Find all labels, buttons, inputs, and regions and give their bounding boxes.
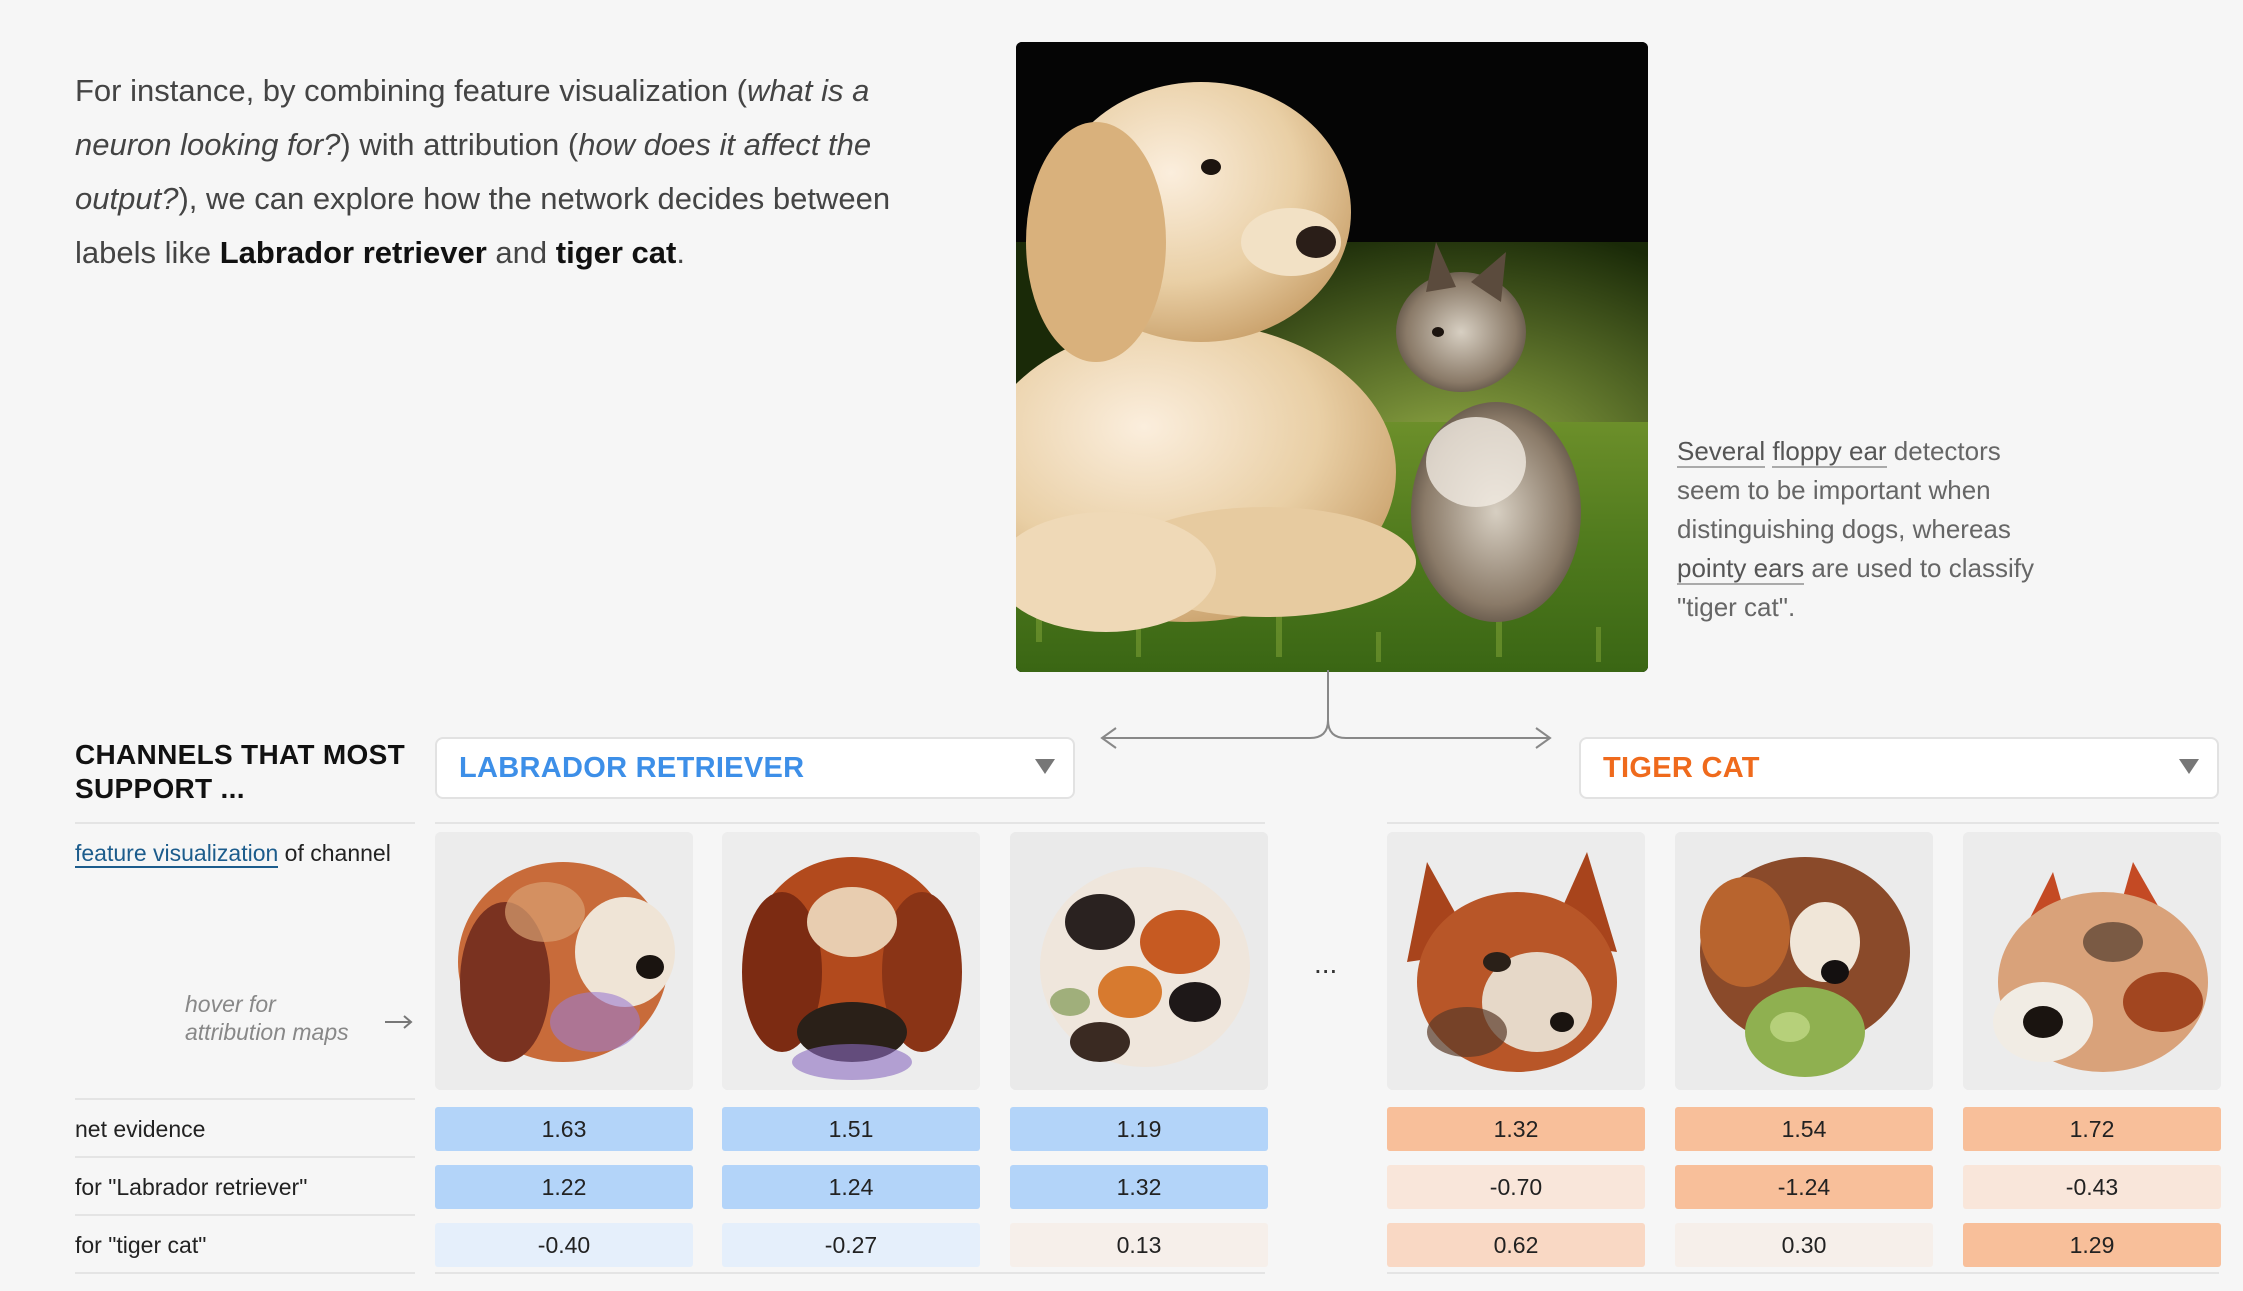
pointy-ear-cat-feature-image	[1675, 832, 1933, 1090]
intro-text-5: .	[676, 235, 685, 270]
channel-visualization-tile[interactable]	[1675, 832, 1933, 1090]
note-link-several[interactable]: Several	[1677, 436, 1766, 468]
labrador-evidence-value: -1.24	[1675, 1165, 1933, 1209]
pointy-ear-cat-feature-image	[1387, 832, 1645, 1090]
labrador-evidence-value: 1.24	[722, 1165, 980, 1209]
side-note: Several floppy ear detectors seem to be …	[1677, 432, 2037, 627]
labrador-dropdown-label: LABRADOR RETRIEVER	[459, 751, 805, 784]
channel-visualization-tile[interactable]	[435, 832, 693, 1090]
hover-hint: hover for attribution maps	[185, 990, 349, 1046]
channel-visualization-tile[interactable]	[1010, 832, 1268, 1090]
tiger-cat-class-dropdown[interactable]: TIGER CAT	[1579, 737, 2219, 799]
labrador-evidence-value: -0.70	[1387, 1165, 1645, 1209]
intro-text-1: For instance, by combining feature visua…	[75, 73, 747, 108]
divider	[75, 1214, 415, 1216]
intro-text-4: and	[486, 235, 556, 270]
tiger-cat-evidence-value: 0.62	[1387, 1223, 1645, 1267]
arrow-right-icon	[385, 1015, 413, 1029]
floppy-ear-dog-feature-image	[435, 832, 693, 1090]
note-link-pointy-ears[interactable]: pointy ears	[1677, 553, 1805, 585]
net-evidence-value: 1.72	[1963, 1107, 2221, 1151]
intro-label-labrador: Labrador retriever	[219, 235, 487, 270]
intro-text-2: ) with attribution (	[340, 127, 579, 162]
feature-visualization-link[interactable]: feature visualization	[75, 840, 279, 868]
feature-viz-label-rest: of channel	[278, 840, 391, 866]
tiger-cat-dropdown-label: TIGER CAT	[1603, 751, 1760, 784]
chevron-down-icon	[1035, 759, 1055, 774]
tiger-cat-evidence-value: 1.29	[1963, 1223, 2221, 1267]
labrador-evidence-label: for "Labrador retriever"	[75, 1174, 308, 1200]
tiger-cat-evidence-value: 0.13	[1010, 1223, 1268, 1267]
divider	[1387, 1272, 2219, 1274]
photo-illustration	[1016, 42, 1648, 672]
channel-visualization-tile[interactable]	[1387, 832, 1645, 1090]
net-evidence-value: 1.51	[722, 1107, 980, 1151]
net-evidence-value: 1.19	[1010, 1107, 1268, 1151]
net-evidence-value: 1.54	[1675, 1107, 1933, 1151]
chevron-down-icon	[2179, 759, 2199, 774]
intro-label-tiger-cat: tiger cat	[555, 235, 677, 270]
divider	[435, 1272, 1265, 1274]
channel-visualization-tile[interactable]	[1963, 832, 2221, 1090]
tiger-cat-evidence-value: 0.30	[1675, 1223, 1933, 1267]
dog-and-cat-photo	[1016, 42, 1648, 672]
tiger-cat-evidence-value: -0.40	[435, 1223, 693, 1267]
floppy-ear-dog-feature-image	[722, 832, 980, 1090]
tiger-cat-evidence-value: -0.27	[722, 1223, 980, 1267]
divider	[75, 1098, 415, 1100]
labrador-evidence-value: 1.22	[435, 1165, 693, 1209]
net-evidence-label: net evidence	[75, 1116, 206, 1142]
divider	[435, 822, 1265, 824]
channels-heading: CHANNELS THAT MOST SUPPORT ...	[75, 739, 405, 804]
net-evidence-value: 1.63	[435, 1107, 693, 1151]
more-channels-ellipsis: ...	[1314, 948, 1338, 979]
hover-hint-line-1: hover for	[185, 991, 276, 1017]
tiger-cat-evidence-label: for "tiger cat"	[75, 1232, 207, 1258]
labrador-class-dropdown[interactable]: LABRADOR RETRIEVER	[435, 737, 1075, 799]
channel-visualization-tile[interactable]	[722, 832, 980, 1090]
note-link-floppy-ear[interactable]: floppy ear	[1772, 436, 1887, 468]
divider	[75, 1156, 415, 1158]
feature-viz-row-label: feature visualization of channel	[75, 840, 391, 868]
labrador-evidence-value: -0.43	[1963, 1165, 2221, 1209]
divider	[1387, 822, 2219, 824]
photo-connector-arrows	[1100, 670, 1552, 749]
hover-hint-line-2: attribution maps	[185, 1019, 349, 1045]
pointy-ear-cat-feature-image	[1963, 832, 2221, 1090]
divider	[75, 822, 415, 824]
divider	[75, 1272, 415, 1274]
labrador-evidence-value: 1.32	[1010, 1165, 1268, 1209]
spotted-dog-feature-image	[1010, 832, 1268, 1090]
intro-paragraph: For instance, by combining feature visua…	[75, 64, 895, 280]
net-evidence-value: 1.32	[1387, 1107, 1645, 1151]
